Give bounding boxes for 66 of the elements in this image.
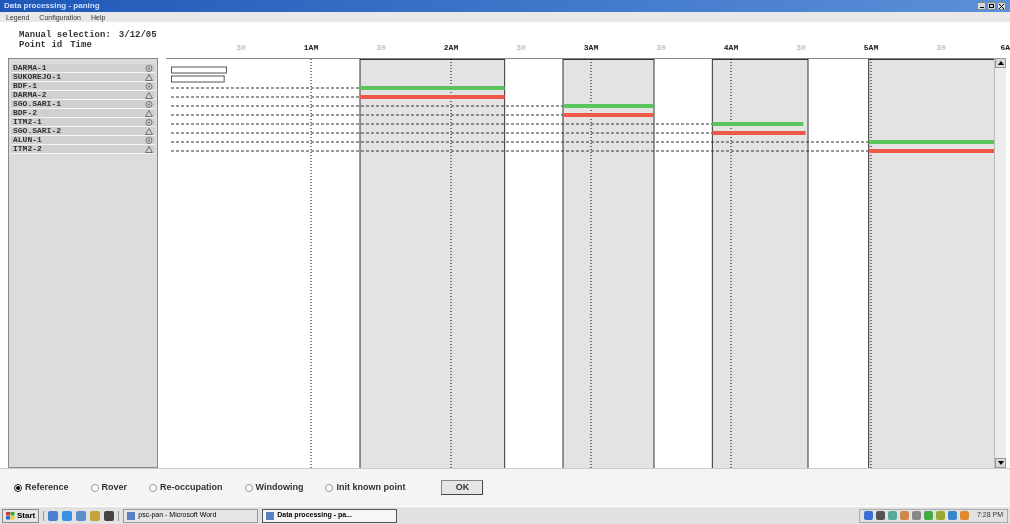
radio-button[interactable] — [90, 483, 99, 492]
axis-label: 6A — [1000, 44, 1010, 52]
axis-label: 4AM — [723, 44, 739, 52]
point-row[interactable]: ITM2-2 — [11, 145, 155, 154]
axis-label: 30 — [516, 44, 526, 52]
ok-button[interactable]: OK — [441, 480, 484, 495]
axis-label: 2AM — [443, 44, 459, 52]
radio-button[interactable] — [325, 483, 334, 492]
axis-label: 1AM — [303, 44, 319, 52]
point-name: BDF-1 — [13, 82, 37, 90]
target-icon — [145, 100, 153, 108]
point-name: BDF-2 — [13, 109, 37, 117]
start-button[interactable]: Start — [2, 508, 40, 523]
point-name: DARMA-1 — [13, 64, 47, 72]
radio-label[interactable]: Re-occupation — [160, 480, 223, 495]
radio-label[interactable]: Reference — [25, 480, 69, 495]
radio-label[interactable]: Init known point — [336, 480, 406, 495]
axis-label: 3AM — [583, 44, 599, 52]
point-row[interactable]: BDF-1 — [11, 82, 155, 91]
target-icon — [145, 118, 153, 126]
radio-button[interactable] — [244, 483, 253, 492]
minimize-button[interactable] — [977, 2, 986, 10]
point-name: SGO.SARI-2 — [13, 127, 61, 135]
axis-label: 5AM — [863, 44, 879, 52]
triangle-icon — [145, 73, 153, 81]
selection-date: 3/12/05 — [118, 30, 157, 40]
triangle-icon — [145, 145, 153, 153]
axis-label: 30 — [656, 44, 666, 52]
window-title: Data processing - paning — [4, 2, 100, 10]
target-icon — [145, 136, 153, 144]
triangle-icon — [145, 109, 153, 117]
close-button[interactable] — [997, 2, 1006, 10]
point-name: DARMA-2 — [13, 91, 47, 99]
radio-label[interactable]: Windowing — [255, 480, 304, 495]
triangle-icon — [145, 127, 153, 135]
point-name: ALUN-1 — [13, 136, 42, 144]
target-icon — [145, 64, 153, 72]
radio-label[interactable]: Rover — [101, 480, 128, 495]
scrollbar[interactable] — [994, 58, 1006, 468]
windows-logo-icon — [6, 511, 15, 520]
time-bar[interactable] — [171, 66, 227, 74]
point-name: SUKOREJO-1 — [13, 73, 61, 81]
point-name: ITM2-2 — [13, 145, 42, 153]
axis-label: 30 — [936, 44, 946, 52]
scroll-up-icon[interactable] — [995, 58, 1006, 68]
target-icon — [145, 82, 153, 90]
time-bar[interactable] — [171, 75, 225, 83]
point-row[interactable]: BDF-2 — [11, 109, 155, 118]
point-name: SGO.SARI-1 — [13, 100, 61, 108]
axis-label: 30 — [236, 44, 246, 52]
axis-label: 30 — [796, 44, 806, 52]
window-icon — [266, 511, 275, 520]
scroll-down-icon[interactable] — [995, 458, 1006, 468]
column-header: Point id — [19, 40, 63, 50]
point-row[interactable]: ALUN-1 — [11, 136, 155, 145]
point-name: ITM2-1 — [13, 118, 42, 126]
window-icon — [127, 511, 136, 520]
axis-label: 30 — [376, 44, 386, 52]
maximize-button[interactable] — [987, 2, 996, 10]
quick-launch-icon[interactable] — [104, 510, 115, 521]
triangle-icon — [145, 91, 153, 99]
point-row[interactable]: ITM2-1 — [11, 118, 155, 127]
radio-button[interactable] — [149, 483, 158, 492]
radio-button[interactable] — [14, 483, 22, 492]
selection-label: Manual selection: — [19, 30, 111, 40]
column-header: Time — [70, 40, 92, 50]
